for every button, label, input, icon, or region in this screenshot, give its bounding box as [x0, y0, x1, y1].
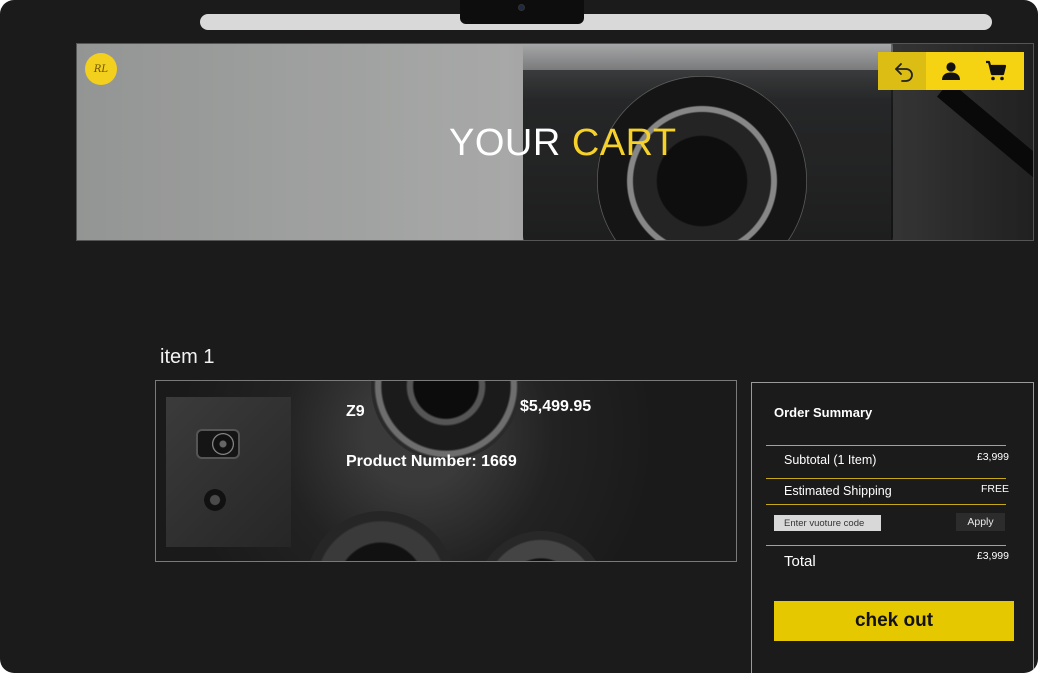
subtotal-value: £3,999: [976, 451, 1009, 463]
summary-divider: [766, 478, 1006, 479]
product-thumbnail[interactable]: [166, 397, 291, 547]
brand-logo-text: RL: [93, 63, 109, 75]
product-name: Z9: [346, 403, 365, 420]
product-price: $5,499.95: [520, 398, 592, 415]
cart-item-heading: item 1: [160, 346, 215, 368]
order-summary-title: Order Summary: [774, 405, 873, 420]
brand-logo[interactable]: RL: [85, 53, 117, 85]
apply-voucher-button[interactable]: Apply: [956, 513, 1005, 531]
page-title-main: YOUR: [449, 122, 561, 164]
shipping-label: Estimated Shipping: [784, 484, 892, 498]
card-background-lens-2: [306, 511, 456, 561]
webcam-notch: [460, 0, 584, 24]
voucher-code-input[interactable]: [774, 515, 881, 531]
page-title-accent: CART: [571, 122, 677, 164]
product-number: Product Number: 1669: [346, 453, 517, 470]
total-label: Total: [784, 553, 816, 570]
cart-item-card[interactable]: Z9 $5,499.95 Product Number: 1669: [155, 380, 737, 562]
laptop-frame: RL YOUR CART item 1 Z9 $5,499.95 Product…: [0, 0, 1038, 673]
shopping-cart-icon[interactable]: [984, 59, 1008, 83]
shipping-value: FREE: [980, 483, 1009, 495]
order-summary-panel: Order Summary Subtotal (1 Item) £3,999 E…: [751, 382, 1034, 673]
thumbnail-lens-2: [204, 489, 226, 511]
user-icon[interactable]: [939, 59, 963, 83]
checkout-button[interactable]: chek out: [774, 601, 1014, 641]
card-background-lens-3: [476, 531, 606, 561]
summary-divider: [766, 504, 1006, 505]
summary-divider: [766, 545, 1006, 546]
thumbnail-lens: [212, 433, 234, 455]
subtotal-label: Subtotal (1 Item): [784, 453, 877, 467]
summary-divider: [766, 445, 1006, 446]
browser-top-bar: [200, 14, 992, 30]
webcam-icon: [518, 4, 525, 11]
top-nav: [878, 52, 1024, 90]
total-value: £3,999: [976, 550, 1009, 562]
card-background-lens: [371, 381, 521, 461]
back-arrow-icon[interactable]: [892, 59, 916, 83]
page-title: YOUR CART: [449, 122, 677, 165]
